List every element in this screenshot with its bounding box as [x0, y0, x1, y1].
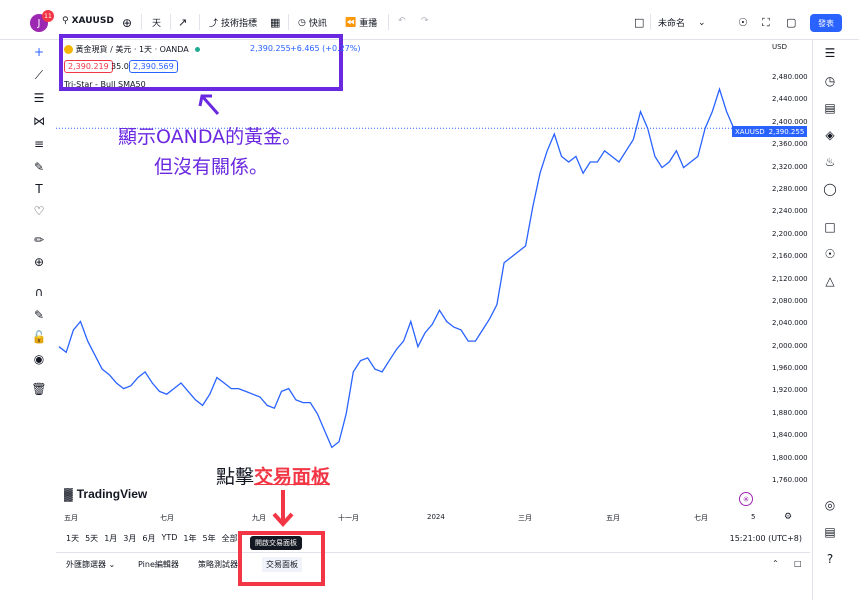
timeframe-bar: 1天 5天 1月 3月 6月 YTD 1年 5年 全部 15:21:00 (UTC+8) [56, 530, 810, 546]
tab-screener[interactable]: 外匯篩選器 ⌄ [66, 559, 115, 570]
tab-pine-editor[interactable]: Pine編輯器 [138, 559, 179, 570]
gear-icon: ⚙ [784, 512, 793, 522]
lightning-button[interactable]: ✳ [739, 492, 753, 506]
timeframe-0[interactable]: 1天 [66, 533, 79, 544]
callout-oanda: 顯示OANDA的黃金。 [118, 126, 302, 148]
maximize-panel-button[interactable]: □ [794, 559, 802, 568]
lightning-icon: ✳ [742, 494, 750, 504]
callout-click: 點擊交易面板 [216, 466, 331, 488]
timeframe-3[interactable]: 3月 [123, 533, 136, 544]
time-display[interactable]: 15:21:00 (UTC+8) [730, 534, 802, 543]
callout-no-matter: 但沒有關係。 [154, 156, 269, 178]
timeframe-6[interactable]: 1年 [183, 533, 196, 544]
timezone-settings-button[interactable]: ⚙ [784, 512, 792, 522]
timeframe-7[interactable]: 5年 [203, 533, 216, 544]
timeframe-2[interactable]: 1月 [104, 533, 117, 544]
timeframe-1[interactable]: 5天 [85, 533, 98, 544]
annotation-arrows [198, 94, 294, 527]
trading-panel-highlight-box [238, 531, 325, 586]
tv-logo-icon: ▓ [64, 487, 73, 501]
tradingview-logo: ▓ TradingView [64, 487, 148, 501]
window-icon: □ [794, 559, 802, 568]
collapse-panel-button[interactable]: ⌃ [772, 559, 779, 568]
chevron-down-icon: ⌄ [108, 560, 116, 569]
timeframe-5[interactable]: YTD [161, 533, 177, 544]
timeframe-4[interactable]: 6月 [142, 533, 155, 544]
chevron-up-icon: ⌃ [772, 559, 779, 568]
bottom-panel-tabs: 外匯篩選器 ⌄ Pine編輯器 策略測試器 交易面板 ⌃ □ [56, 552, 810, 574]
tab-strategy-tester[interactable]: 策略測試器 [198, 559, 238, 570]
timeframe-8[interactable]: 全部 [222, 533, 238, 544]
